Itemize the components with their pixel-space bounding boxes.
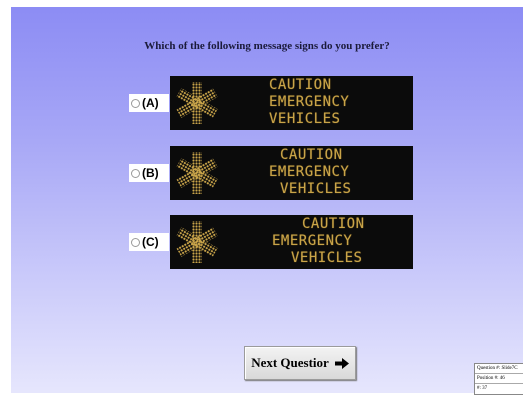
position-number: Position #: 46 <box>475 374 523 384</box>
option-b-line-3: VEHICLES <box>280 181 352 197</box>
option-a-line-1: CAUTION <box>269 77 332 93</box>
option-b-label: (B) <box>142 166 159 180</box>
option-b-sign: CAUTION EMERGENCY VEHICLES <box>170 146 413 200</box>
option-b-radio-label[interactable]: (B) <box>129 164 169 182</box>
option-a-line-3: VEHICLES <box>269 111 341 127</box>
option-a-sign: CAUTION EMERGENCY VEHICLES <box>170 76 413 130</box>
option-c[interactable]: (C) CAUTION EMERGENCY VEHICLES <box>129 215 429 271</box>
option-c-sign: CAUTION EMERGENCY VEHICLES <box>170 215 413 269</box>
star-of-life-icon <box>176 221 218 263</box>
option-c-radio-label[interactable]: (C) <box>129 233 169 251</box>
question-text: Which of the following message signs do … <box>144 40 390 52</box>
survey-slide: Which of the following message signs do … <box>11 7 523 393</box>
next-question-button[interactable]: Next Questior <box>244 346 356 380</box>
option-b[interactable]: (B) CAUTION EMERGENCY VEHICLES <box>129 146 429 202</box>
option-a-radio-label[interactable]: (A) <box>129 94 169 112</box>
option-c-line-3: VEHICLES <box>291 250 363 266</box>
option-b-radio[interactable] <box>131 168 140 178</box>
option-b-line-1: CAUTION <box>280 147 343 163</box>
option-b-line-2: EMERGENCY <box>269 164 350 180</box>
option-c-label: (C) <box>142 235 159 249</box>
option-c-line-1: CAUTION <box>302 216 365 232</box>
option-c-radio[interactable] <box>131 237 140 247</box>
option-a-line-2: EMERGENCY <box>269 94 350 110</box>
option-a[interactable]: (A) CAUTION EMERGENCY VEHICLES <box>129 76 429 132</box>
next-question-label: Next Questior <box>251 355 329 370</box>
star-of-life-icon <box>176 152 218 194</box>
option-c-line-2: EMERGENCY <box>272 233 353 249</box>
arrow-right-icon <box>334 357 349 369</box>
question-number: Question #: Slide7C <box>475 364 523 374</box>
option-a-label: (A) <box>142 96 159 110</box>
star-of-life-icon <box>176 82 218 124</box>
record-number: #: 37 <box>477 386 488 391</box>
option-a-radio[interactable] <box>131 98 140 108</box>
slide-info-box: Question #: Slide7C Position #: 46 #: 37 <box>474 363 523 395</box>
